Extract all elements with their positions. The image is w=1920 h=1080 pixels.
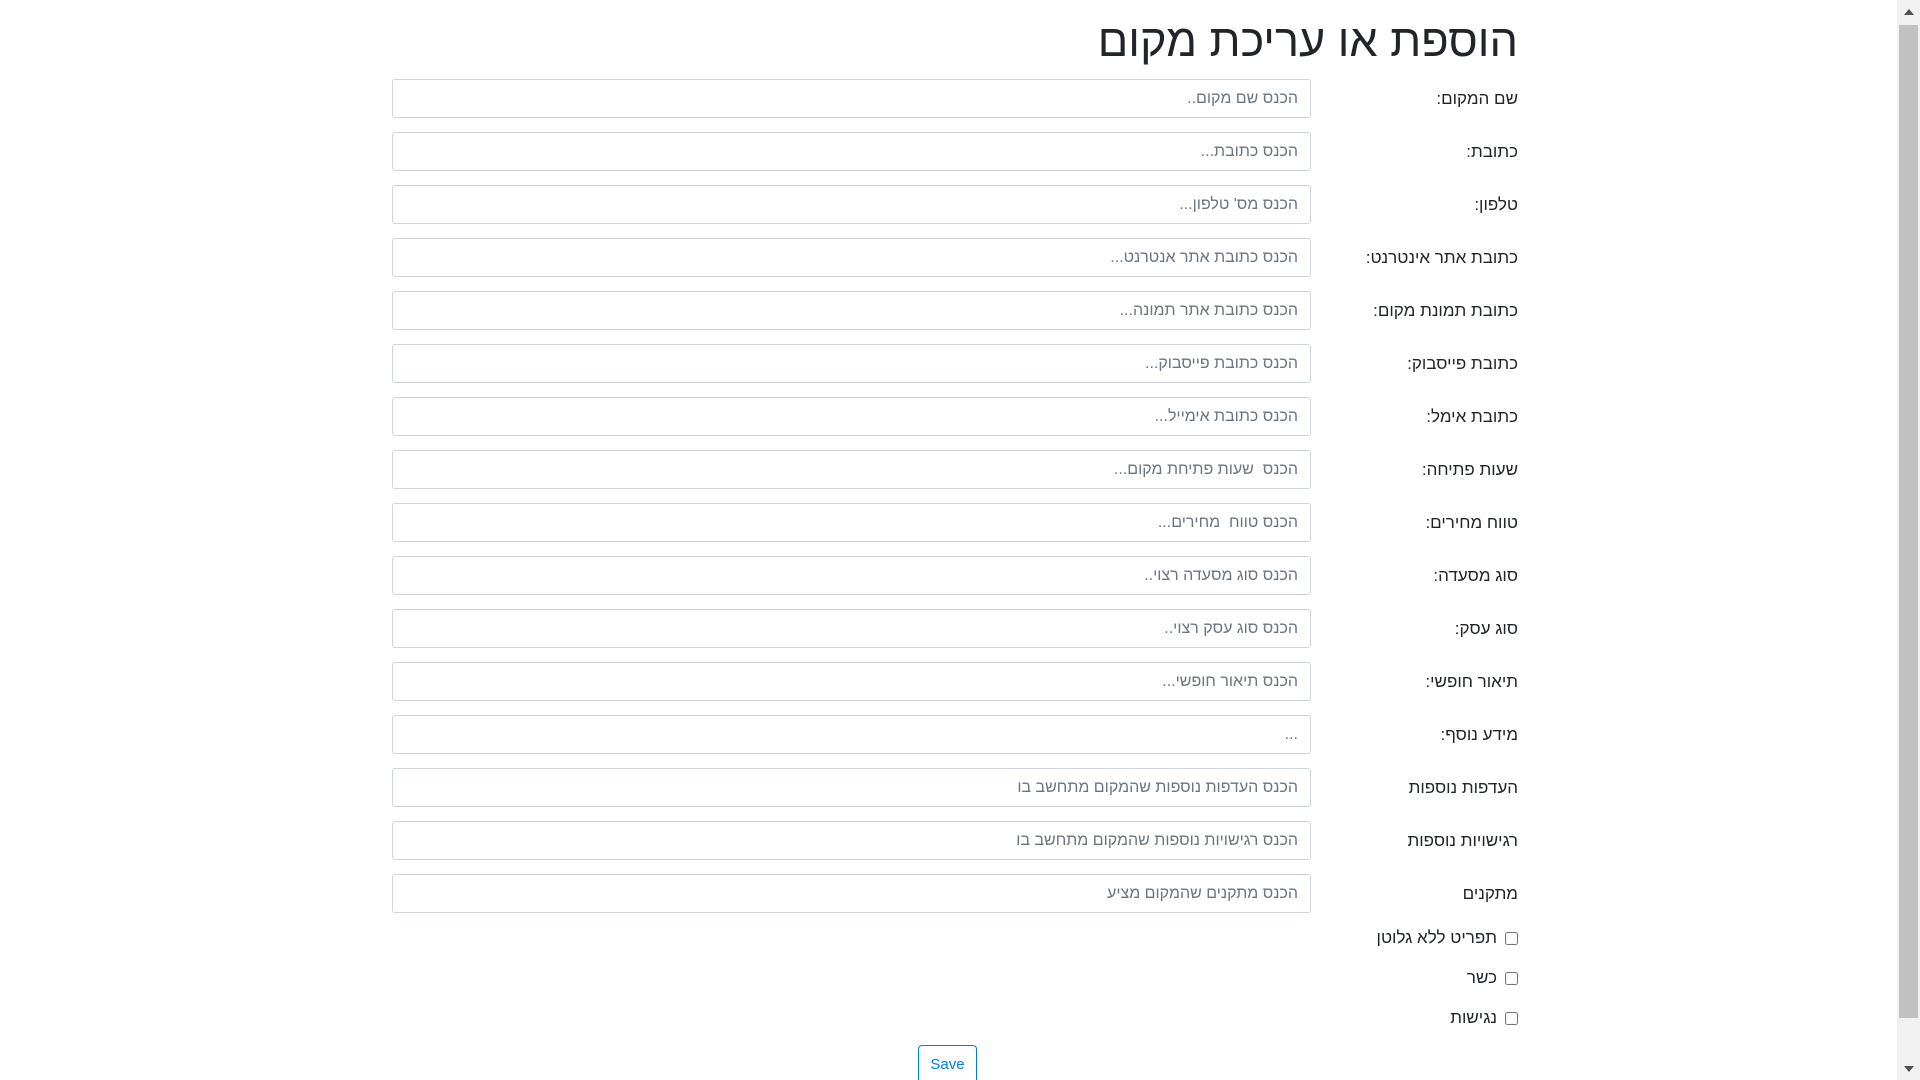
form-row-preferences: העדפות נוספות: [392, 768, 1518, 807]
form-row-facebook: כתובת פייסבוק:: [392, 344, 1518, 383]
form-row-place-name: שם המקום:: [392, 79, 1518, 118]
form-row-price-range: טווח מחירים:: [392, 503, 1518, 542]
field-label: כתובת אימל:: [1426, 407, 1518, 426]
form-row-restaurant-type: סוג מסעדה:: [392, 556, 1518, 595]
field-label: סוג מסעדה:: [1433, 566, 1518, 585]
scroll-down-button[interactable]: [1897, 1057, 1920, 1080]
form-row-opening-hours: שעות פתיחה:: [392, 450, 1518, 489]
vertical-scrollbar[interactable]: [1897, 0, 1920, 1080]
field-label: סוג עסק:: [1454, 619, 1518, 638]
checkbox-label: תפריט ללא גלוטן: [1376, 928, 1497, 947]
save-button[interactable]: Save: [918, 1045, 977, 1080]
opening-hours-input[interactable]: [392, 450, 1311, 489]
checkbox-row-gluten-free: תפריט ללא גלוטן: [1377, 926, 1518, 950]
field-label: שם המקום:: [1436, 89, 1518, 108]
email-input[interactable]: [392, 397, 1311, 436]
field-label: כתובת אתר אינטרנט:: [1365, 248, 1518, 267]
page: הוספת או עריכת מקום שם המקום: כתובת: טלפ…: [0, 0, 1920, 1080]
form-row-facilities: מתקנים: [392, 874, 1518, 913]
form-row-description: תיאור חופשי:: [392, 662, 1518, 701]
page-title: הוספת או עריכת מקום: [1097, 15, 1518, 66]
sensitivities-input[interactable]: [392, 821, 1311, 860]
field-label: טלפון:: [1474, 195, 1518, 214]
checkbox-row-kosher: כשר: [1467, 966, 1518, 990]
form-row-phone: טלפון:: [392, 185, 1518, 224]
form-row-website: כתובת אתר אינטרנט:: [392, 238, 1518, 277]
checkbox-label: כשר: [1466, 968, 1497, 987]
field-label: כתובת:: [1466, 142, 1518, 161]
triangle-up-icon: [1903, 8, 1914, 15]
field-label: טווח מחירים:: [1425, 513, 1518, 532]
form-row-image-url: כתובת תמונת מקום:: [392, 291, 1518, 330]
accessibility-checkbox[interactable]: [1505, 1011, 1518, 1025]
field-label: תיאור חופשי:: [1425, 672, 1518, 691]
field-label: שעות פתיחה:: [1421, 460, 1518, 479]
checkbox-label: נגישות: [1450, 1008, 1497, 1027]
image-url-input[interactable]: [392, 291, 1311, 330]
field-label: מתקנים: [1462, 884, 1518, 903]
restaurant-type-input[interactable]: [392, 556, 1311, 595]
website-input[interactable]: [392, 238, 1311, 277]
scrollbar-thumb[interactable]: [1899, 25, 1918, 1018]
place-name-input[interactable]: [392, 79, 1311, 118]
business-type-input[interactable]: [392, 609, 1311, 648]
field-label: כתובת פייסבוק:: [1407, 354, 1518, 373]
additional-info-input[interactable]: [392, 715, 1311, 754]
form-row-email: כתובת אימל:: [392, 397, 1518, 436]
kosher-checkbox[interactable]: [1505, 971, 1518, 985]
field-label: כתובת תמונת מקום:: [1373, 301, 1518, 320]
field-label: מידע נוסף:: [1440, 725, 1518, 744]
scroll-up-button[interactable]: [1897, 0, 1920, 23]
description-input[interactable]: [392, 662, 1311, 701]
form-row-business-type: סוג עסק:: [392, 609, 1518, 648]
field-label: רגישויות נוספות: [1407, 831, 1518, 850]
form-row-sensitivities: רגישויות נוספות: [392, 821, 1518, 860]
gluten-free-checkbox[interactable]: [1505, 931, 1518, 945]
form-row-additional-info: מידע נוסף:: [392, 715, 1518, 754]
field-label: העדפות נוספות: [1408, 778, 1518, 797]
triangle-down-icon: [1903, 1065, 1914, 1072]
checkbox-row-accessibility: נגישות: [1450, 1006, 1518, 1030]
preferences-input[interactable]: [392, 768, 1311, 807]
facebook-input[interactable]: [392, 344, 1311, 383]
address-input[interactable]: [392, 132, 1311, 171]
facilities-input[interactable]: [392, 874, 1311, 913]
price-range-input[interactable]: [392, 503, 1311, 542]
phone-input[interactable]: [392, 185, 1311, 224]
form-row-address: כתובת:: [392, 132, 1518, 171]
